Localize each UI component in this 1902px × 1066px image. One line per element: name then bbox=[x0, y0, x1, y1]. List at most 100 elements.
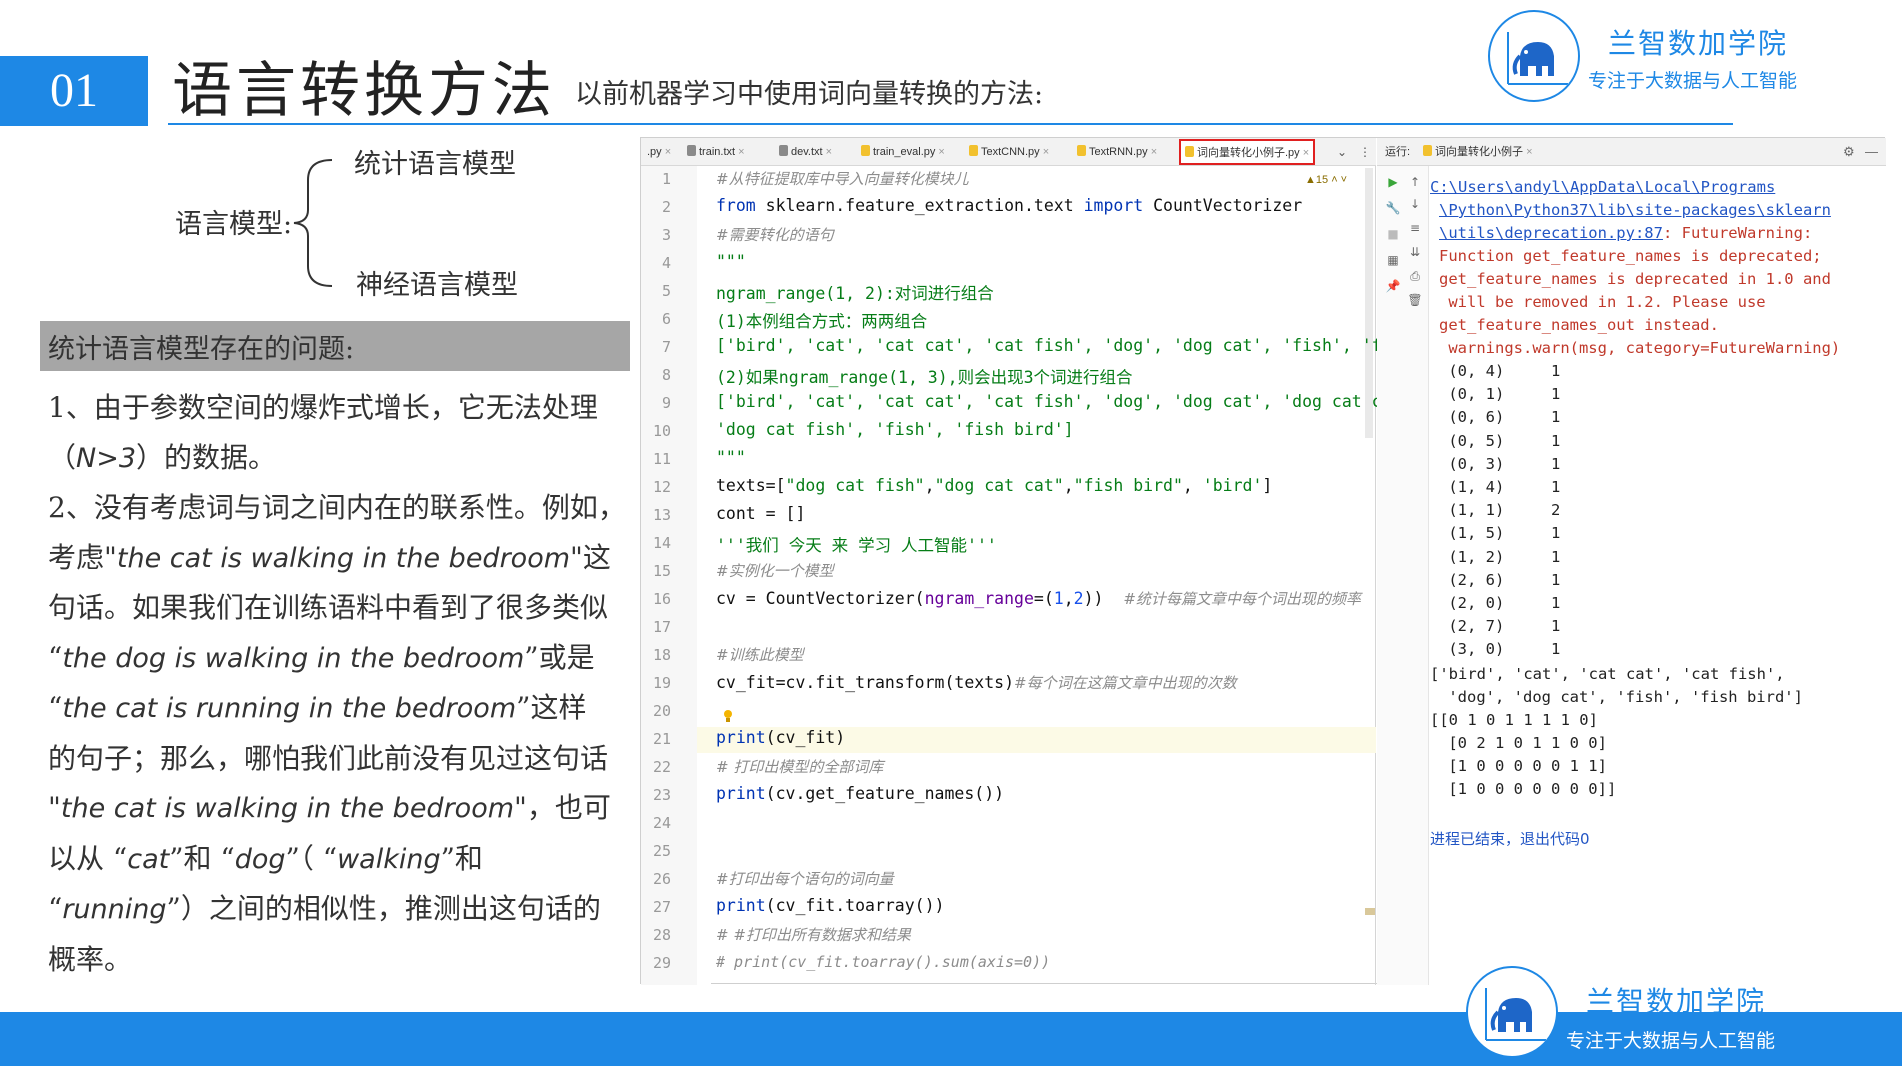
output-link[interactable]: \Python\Python37\lib\site-packages\sklea… bbox=[1439, 201, 1831, 219]
python-file-icon bbox=[1185, 146, 1194, 157]
minimize-icon[interactable]: — bbox=[1865, 138, 1878, 166]
code-line[interactable]: print(cv_fit.toarray()) bbox=[716, 896, 944, 915]
close-icon[interactable]: × bbox=[1151, 146, 1157, 158]
close-icon[interactable]: × bbox=[826, 146, 832, 158]
title-underline bbox=[168, 123, 1733, 125]
close-icon[interactable]: × bbox=[665, 146, 671, 158]
text-span: walking bbox=[337, 843, 441, 875]
code-line[interactable]: print(cv_fit) bbox=[716, 728, 845, 747]
code-line[interactable]: ['bird', 'cat', 'cat cat', 'cat fish', '… bbox=[716, 336, 1392, 355]
output-line: (0, 6) 1 bbox=[1439, 408, 1561, 427]
output-line: (0, 4) 1 bbox=[1439, 362, 1561, 380]
layout-icon[interactable]: ▦ bbox=[1385, 252, 1401, 268]
code-line[interactable]: (1)本例组合方式：两两组合 bbox=[716, 308, 927, 332]
gear-icon[interactable]: ⚙ bbox=[1843, 138, 1855, 166]
code-editor: .py × train.txt × dev.txt × train_eval.py × … bbox=[641, 138, 1392, 985]
output-line: \utils\deprecation.py:87: FutureWarning: bbox=[1439, 224, 1812, 242]
output-line: [[0 1 0 1 1 1 1 0] bbox=[1430, 711, 1598, 729]
pin-icon[interactable]: 📌 bbox=[1385, 278, 1401, 294]
warning-count: 15 bbox=[1315, 174, 1329, 186]
code-keyword: print bbox=[716, 896, 766, 915]
up-arrow-icon[interactable]: ↑ bbox=[1407, 174, 1423, 190]
text-file-icon bbox=[687, 145, 696, 156]
output-line: (2, 7) 1 bbox=[1439, 617, 1561, 636]
code-line[interactable]: # 打印出模型的全部词库 bbox=[716, 756, 883, 777]
scroll-end-icon[interactable]: ⇊ bbox=[1407, 244, 1423, 260]
code-line[interactable]: cont = [] bbox=[716, 504, 805, 523]
code-line[interactable]: # print(cv_fit.toarray().sum(axis=0)) bbox=[716, 952, 1050, 971]
code-line[interactable]: """ bbox=[716, 448, 746, 467]
down-arrow-icon[interactable]: ↓ bbox=[1407, 196, 1423, 212]
code-line[interactable]: (2)如果ngram_range(1, 3),则会出现3个词进行组合 bbox=[716, 364, 1133, 388]
tab-label: .py bbox=[647, 146, 662, 158]
text-span: the cat is walking in the bedroom bbox=[60, 793, 515, 824]
code-line[interactable]: cv_fit=cv.fit_transform(texts)#每个词在这篇文章中… bbox=[716, 672, 1237, 693]
run-icon[interactable]: ▶ bbox=[1385, 174, 1401, 190]
code-line[interactable]: texts=["dog cat fish","dog cat cat","fis… bbox=[716, 476, 1272, 495]
warning-indicator[interactable]: ▲15 ˄ ˅ bbox=[1305, 168, 1347, 192]
close-icon[interactable]: × bbox=[738, 146, 744, 158]
code-keyword: from bbox=[716, 196, 756, 215]
line-number: 9 bbox=[661, 394, 671, 412]
close-icon[interactable]: × bbox=[938, 146, 944, 158]
text-line: "the cat is walking in the bedroom"，也可 bbox=[48, 783, 638, 834]
tab-train-txt[interactable]: train.txt × bbox=[683, 138, 749, 165]
code-line[interactable]: #训练此模型 bbox=[716, 644, 804, 665]
code-line[interactable]: ngram_range(1, 2):对词进行组合 bbox=[716, 280, 994, 304]
line-number: 29 bbox=[652, 954, 671, 972]
slide-number: 01 bbox=[0, 56, 148, 126]
line-number: 4 bbox=[661, 254, 671, 272]
output-link[interactable]: C:\Users\andyl\AppData\Local\Programs bbox=[1430, 178, 1775, 196]
run-tab[interactable]: 词向量转化小例子 × bbox=[1423, 138, 1533, 166]
print-icon[interactable]: ⎙ bbox=[1407, 268, 1423, 284]
tab-textcnn[interactable]: TextCNN.py × bbox=[965, 138, 1053, 165]
tab-py[interactable]: .py × bbox=[643, 138, 675, 165]
output-line: ['bird', 'cat', 'cat cat', 'cat fish', bbox=[1430, 665, 1785, 683]
more-icon[interactable]: ⋮ bbox=[1359, 138, 1371, 165]
text-span: cat bbox=[127, 843, 170, 875]
stop-icon[interactable]: ■ bbox=[1385, 226, 1401, 242]
lightbulb-icon[interactable] bbox=[723, 709, 733, 723]
code-line[interactable]: from sklearn.feature_extraction.text imp… bbox=[716, 196, 1302, 215]
output-line: (0, 5) 1 bbox=[1439, 431, 1561, 450]
code-line[interactable]: '''我们 今天 来 学习 人工智能''' bbox=[716, 532, 997, 556]
line-number: 11 bbox=[652, 450, 671, 468]
code-line[interactable]: cv = CountVectorizer(ngram_range=(1,2)) … bbox=[716, 588, 1361, 609]
code-line[interactable]: """ bbox=[716, 252, 746, 271]
output-link[interactable]: \utils\deprecation.py:87 bbox=[1439, 224, 1663, 242]
text-span: "这 bbox=[570, 540, 611, 574]
code-comment: # 打印出模型的全部词库 bbox=[716, 758, 884, 776]
tab-dev-txt[interactable]: dev.txt × bbox=[775, 138, 836, 165]
code-line[interactable]: 'dog cat fish', 'fish', 'fish bird'] bbox=[716, 420, 1074, 439]
close-icon[interactable]: × bbox=[1043, 146, 1049, 158]
code-line[interactable]: # #打印出所有数据求和结果 bbox=[716, 924, 911, 945]
code-line[interactable]: #从特征提取库中导入向量转化模块儿 bbox=[716, 168, 969, 189]
tab-active-file[interactable]: 词向量转化小例子.py × bbox=[1179, 139, 1316, 165]
wrench-icon[interactable]: 🔧 bbox=[1385, 200, 1401, 216]
code-line[interactable]: #需要转化的语句 bbox=[716, 224, 834, 245]
soft-wrap-icon[interactable]: ≡ bbox=[1407, 220, 1423, 236]
text-span: "，也可 bbox=[514, 791, 611, 824]
chevron-down-icon[interactable]: ⌄ bbox=[1337, 138, 1347, 165]
code-line[interactable]: #打印出每个语句的词向量 bbox=[716, 868, 894, 889]
tab-train-eval[interactable]: train_eval.py × bbox=[857, 138, 949, 165]
run-tab-label: 词向量转化小例子 bbox=[1435, 146, 1523, 158]
text-span: ”）之间的相似性，推测出这句话的 bbox=[166, 892, 601, 925]
line-number: 10 bbox=[652, 422, 671, 440]
trash-icon[interactable]: 🗑 bbox=[1407, 292, 1423, 308]
close-icon[interactable]: × bbox=[1526, 146, 1532, 158]
text-span: ”（ “ bbox=[285, 841, 338, 875]
line-number: 27 bbox=[652, 898, 671, 916]
code-line[interactable]: #实例化一个模型 bbox=[716, 560, 834, 581]
footer-logo: 兰智数加学院 专注于大数据与人工智能 bbox=[1466, 966, 1786, 1062]
line-number: 15 bbox=[652, 562, 671, 580]
code-line[interactable]: print(cv.get_feature_names()) bbox=[716, 784, 1004, 803]
code-line[interactable]: ['bird', 'cat', 'cat cat', 'cat fish', '… bbox=[716, 392, 1392, 411]
text-span: the cat is walking in the bedroom bbox=[116, 542, 571, 574]
code-comment: #从特征提取库中导入向量转化模块儿 bbox=[716, 170, 969, 188]
close-icon[interactable]: × bbox=[1303, 147, 1309, 159]
line-number: 5 bbox=[661, 282, 671, 300]
elephant-logo-icon bbox=[1488, 10, 1580, 102]
tab-label: train.txt bbox=[699, 146, 736, 158]
tab-textrnn[interactable]: TextRNN.py × bbox=[1073, 138, 1161, 165]
